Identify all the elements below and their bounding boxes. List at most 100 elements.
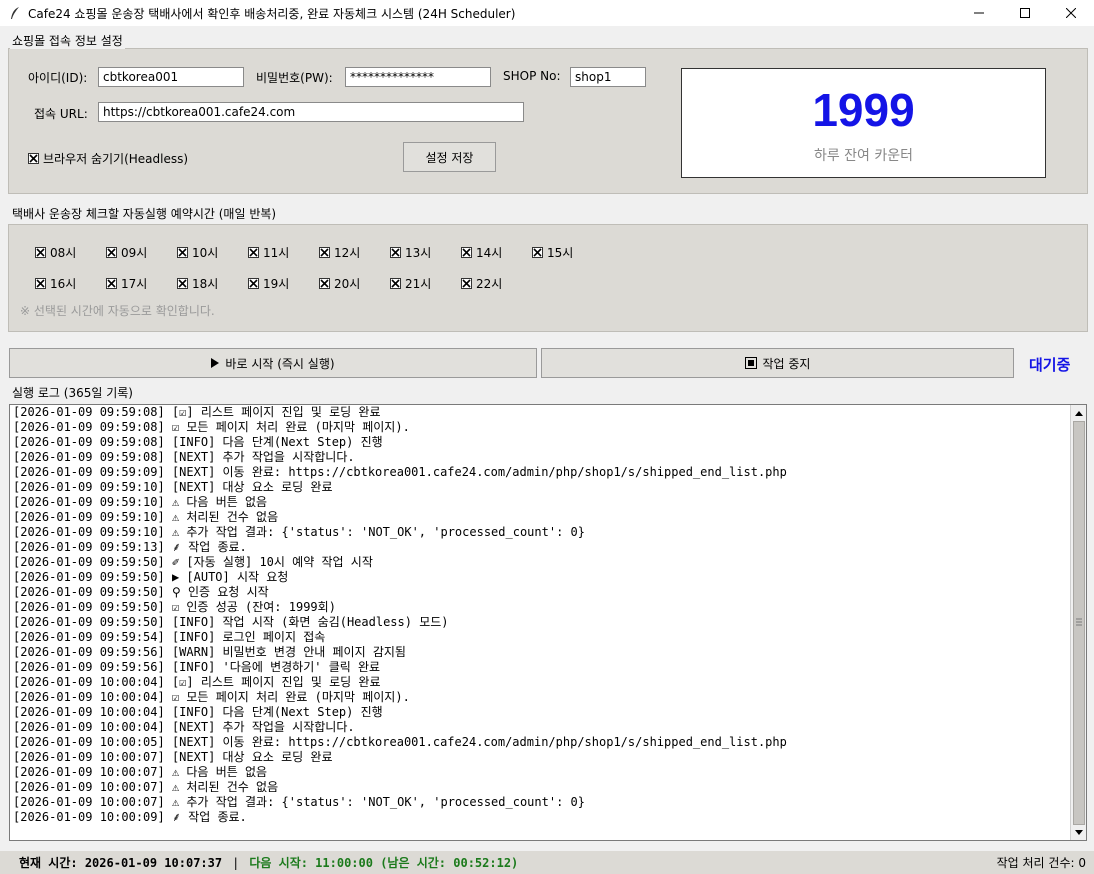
hour-checkbox-11시[interactable]: 11시 [248,244,289,261]
log-line: [2026-01-09 10:00:04] [INFO] 다음 단계(Next … [13,705,383,719]
hour-checkbox-18시[interactable]: 18시 [177,275,218,292]
next-run: 다음 시작: 11:00:00 (남은 시간: 00:52:12) [249,856,519,870]
hour-checkbox-15시[interactable]: 15시 [532,244,573,261]
check-icon [461,247,472,258]
hour-label: 13시 [405,246,432,260]
hour-label: 16시 [50,277,77,291]
hour-label: 21시 [405,277,432,291]
log-line: [2026-01-09 10:00:04] [NEXT] 추가 작업을 시작합니… [13,720,355,734]
maximize-button[interactable] [1002,0,1048,26]
id-label: 아이디(ID): [28,71,88,85]
save-settings-button[interactable]: 설정 저장 [403,142,496,172]
log-line: [2026-01-09 10:00:07] ⚠ 추가 작업 결과: {'stat… [13,795,585,809]
log-line: [2026-01-09 09:59:10] ⚠ 다음 버튼 없음 [13,495,268,509]
hour-label: 22시 [476,277,503,291]
hour-checkbox-14시[interactable]: 14시 [461,244,502,261]
processed-count: 작업 처리 건수: 0 [996,856,1086,870]
password-field[interactable]: ************** [345,67,491,87]
log-scrollbar[interactable] [1070,405,1086,840]
pw-label: 비밀번호(PW): [256,71,333,85]
check-icon [532,247,543,258]
log-line: [2026-01-09 10:00:07] [NEXT] 대상 요소 로딩 완료 [13,750,333,764]
log-line: [2026-01-09 09:59:08] [NEXT] 추가 작업을 시작합니… [13,450,355,464]
hour-label: 14시 [476,246,503,260]
hour-checkbox-08시[interactable]: 08시 [35,244,76,261]
hour-label: 08시 [50,246,77,260]
status-bar: 현재 시간: 2026-01-09 10:07:37 | 다음 시작: 11:0… [0,851,1094,874]
scroll-up-icon[interactable] [1071,405,1086,421]
window-title: Cafe24 쇼핑몰 운송장 택배사에서 확인후 배송처리중, 완료 자동체크 … [28,6,516,21]
check-icon [35,247,46,258]
hour-checkbox-12시[interactable]: 12시 [319,244,360,261]
log-view[interactable]: [2026-01-09 09:59:08] [☑] 리스트 페이지 진입 및 로… [9,404,1087,841]
minimize-button[interactable] [956,0,1002,26]
headless-checkbox[interactable]: 브라우저 숨기기(Headless) [28,150,188,167]
hour-checkbox-19시[interactable]: 19시 [248,275,289,292]
hour-checkbox-09시[interactable]: 09시 [106,244,147,261]
hour-checkbox-10시[interactable]: 10시 [177,244,218,261]
log-line: [2026-01-09 09:59:56] [INFO] '다음에 변경하기' … [13,660,381,674]
stop-label: 작업 중지 [762,356,811,371]
settings-group-label: 쇼핑몰 접속 정보 설정 [10,32,125,49]
check-icon [319,247,330,258]
check-icon [390,247,401,258]
check-icon [248,278,259,289]
minimize-icon [974,12,984,14]
check-icon [35,278,46,289]
id-field[interactable]: cbtkorea001 [98,67,244,87]
hour-label: 19시 [263,277,290,291]
play-icon [211,358,220,368]
log-line: [2026-01-09 09:59:56] [WARN] 비밀번호 변경 안내 … [13,645,406,659]
status-separator: | [232,855,240,870]
check-icon [461,278,472,289]
log-line: [2026-01-09 10:00:07] ⚠ 처리된 건수 없음 [13,780,279,794]
schedule-group-label: 택배사 운송장 체크할 자동실행 예약시간 (매일 반복) [10,205,279,222]
log-line: [2026-01-09 09:59:10] ⚠ 추가 작업 결과: {'stat… [13,525,585,539]
start-now-label: 바로 시작 (즉시 실행) [225,356,335,371]
stop-icon [744,357,757,369]
log-line: [2026-01-09 10:00:07] ⚠ 다음 버튼 없음 [13,765,268,779]
hour-checkbox-17시[interactable]: 17시 [106,275,147,292]
log-line: [2026-01-09 10:00:04] [☑] 리스트 페이지 진입 및 로… [13,675,381,689]
log-line: [2026-01-09 09:59:09] [NEXT] 이동 완료: http… [13,465,787,479]
log-line: [2026-01-09 09:59:10] ⚠ 처리된 건수 없음 [13,510,279,524]
stop-button[interactable]: 작업 중지 [541,348,1014,378]
log-line: [2026-01-09 09:59:08] [☑] 리스트 페이지 진입 및 로… [13,405,381,419]
log-group-label: 실행 로그 (365일 기록) [10,384,135,401]
counter-value: 1999 [812,84,915,136]
log-line: [2026-01-09 09:59:13] ⸙ 작업 종료. [13,540,247,554]
log-line: [2026-01-09 09:59:50] [INFO] 작업 시작 (화면 숨… [13,615,449,629]
log-line: [2026-01-09 09:59:54] [INFO] 로그인 페이지 접속 [13,630,326,644]
log-line: [2026-01-09 09:59:50] ✐ [자동 실행] 10시 예약 작… [13,555,373,569]
hour-checkbox-21시[interactable]: 21시 [390,275,431,292]
scroll-down-icon[interactable] [1071,824,1086,840]
hour-label: 20시 [334,277,361,291]
log-line: [2026-01-09 09:59:50] ▶ [AUTO] 시작 요청 [13,570,289,584]
shop-label: SHOP No: [503,69,561,83]
hour-checkbox-20시[interactable]: 20시 [319,275,360,292]
log-line: [2026-01-09 10:00:09] ⸙ 작업 종료. [13,810,247,824]
schedule-hint: ※ 선택된 시간에 자동으로 확인합니다. [20,304,215,318]
url-field[interactable]: https://cbtkorea001.cafe24.com [98,102,524,122]
hour-checkbox-22시[interactable]: 22시 [461,275,502,292]
log-line: [2026-01-09 09:59:50] ⚲ 인증 요청 시작 [13,585,269,599]
run-state: 대기중 [1029,356,1071,374]
shop-field[interactable]: shop1 [570,67,646,87]
hour-label: 12시 [334,246,361,260]
check-icon [177,278,188,289]
title-bar: Cafe24 쇼핑몰 운송장 택배사에서 확인후 배송처리중, 완료 자동체크 … [0,0,1094,26]
check-icon [248,247,259,258]
hour-label: 11시 [263,246,290,260]
check-icon [28,153,39,164]
log-line: [2026-01-09 10:00:05] [NEXT] 이동 완료: http… [13,735,787,749]
hour-checkbox-16시[interactable]: 16시 [35,275,76,292]
log-line: [2026-01-09 09:59:10] [NEXT] 대상 요소 로딩 완료 [13,480,333,494]
log-line: [2026-01-09 10:00:04] ☑ 모든 페이지 처리 완료 (마지… [13,690,410,704]
check-icon [106,278,117,289]
close-button[interactable] [1048,0,1094,26]
scroll-thumb[interactable] [1073,421,1085,825]
hour-label: 15시 [547,246,574,260]
remaining-counter: 1999 하루 잔여 카운터 [681,68,1046,178]
hour-checkbox-13시[interactable]: 13시 [390,244,431,261]
start-now-button[interactable]: 바로 시작 (즉시 실행) [9,348,537,378]
